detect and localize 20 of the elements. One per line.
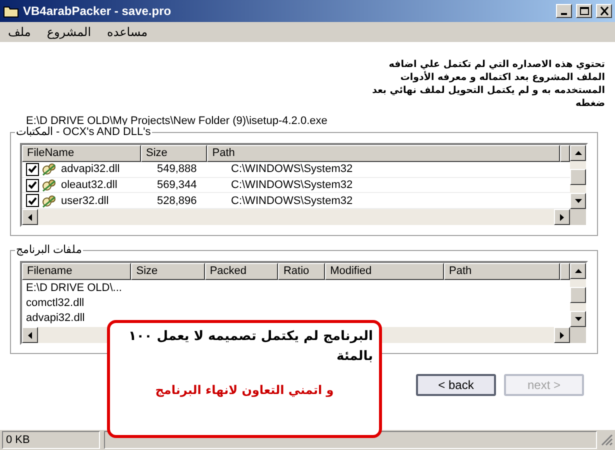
notice-message: البرنامج لم يكتمل تصميمه لا يعمل ١٠٠ بالمئة [127, 328, 373, 366]
notice-appeal: و اتمني التعاون لانهاء البرنامج [154, 383, 335, 397]
table-cell-text: oleaut32.dll [60, 179, 118, 191]
group-label: ملفات البرنامج [15, 243, 84, 256]
table-cell-text: advapi32.dll [25, 312, 86, 324]
table-cell-text: advapi32.dll [60, 163, 121, 176]
table-cell-text: C:\WINDOWS\System32 [230, 163, 354, 176]
table-cell-text: C:\WINDOWS\System32 [230, 179, 354, 191]
file-path: E:\D DRIVE OLD\My Projects\New Folder (9)\isetup-4.2.0.exe [26, 114, 328, 127]
table-cell-text: 528,896 [156, 194, 198, 207]
table-cell-text: 549,888 [156, 163, 198, 176]
description-text: تحتوي هذه الاصداره التي لم تكتمل علي اضافه الملف المشروع بعد اكتماله و معرفه الأدوات المستخدمه به و لم يكتمل التحويل لملف نهائي بعد ضغطه [371, 58, 605, 110]
table-cell-text: C:\WINDOWS\System32 [230, 194, 354, 207]
table-cell-text: comctl32.dll [25, 296, 86, 308]
group-label: المكتبات - OCX's AND DLL's [15, 125, 152, 138]
table-cell-text: 569,344 [156, 179, 198, 191]
table-cell-text: user32.dll [60, 194, 110, 207]
window-title: VB4arabPacker - save.pro [23, 4, 172, 18]
table-cell-text: E:\D DRIVE OLD\... [25, 282, 123, 294]
status-panel: 0 KB [2, 431, 100, 449]
